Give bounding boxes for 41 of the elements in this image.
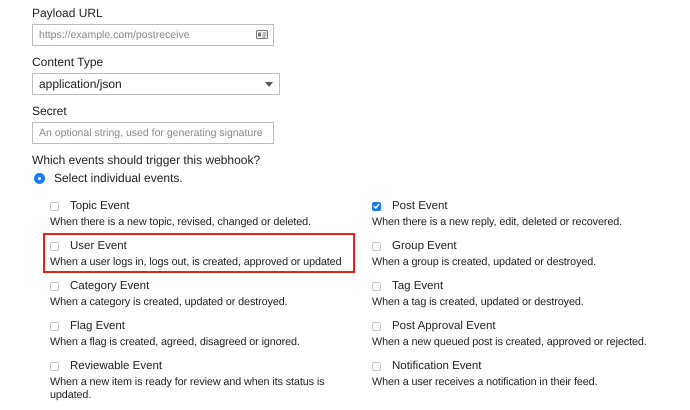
event-description: When a tag is created, updated or destroyed.	[372, 296, 585, 309]
dropdown-caret-icon	[265, 82, 273, 86]
contact-card-icon	[256, 30, 268, 39]
event-name: Post Event	[392, 199, 448, 213]
input-field[interactable]: https://example.com/postreceive	[32, 24, 274, 46]
checkbox[interactable]	[50, 282, 59, 290]
event-name: Tag Event	[392, 279, 444, 293]
event-description: When a category is created, updated or destroyed.	[50, 296, 289, 309]
event-description: When a new item is ready for review and when its status is updated.	[50, 376, 326, 402]
field-label: Content Type	[32, 55, 104, 69]
checkbox[interactable]	[50, 202, 59, 210]
event-description: When a flag is created, agreed, disagreed or ignored.	[50, 336, 301, 349]
event-name: Category Event	[70, 279, 150, 293]
input-field[interactable]: An optional string, used for generating signature	[32, 122, 274, 144]
radio-label: Select individual events.	[54, 171, 183, 185]
checkbox[interactable]	[50, 242, 59, 250]
event-name: Reviewable Event	[70, 359, 162, 373]
checkbox[interactable]	[50, 322, 59, 330]
checkbox[interactable]	[372, 362, 381, 370]
event-name: Group Event	[392, 239, 457, 253]
radio-button[interactable]	[35, 174, 44, 182]
event-description: When there is a new reply, edit, deleted or recovered.	[372, 216, 624, 229]
event-name: Flag Event	[70, 319, 125, 333]
event-description: When a user receives a notification in their feed.	[372, 376, 598, 389]
question-label: Which events should trigger this webhook?	[32, 153, 262, 167]
checkbox[interactable]	[372, 282, 381, 290]
content-type-select[interactable]: application/json	[32, 73, 280, 95]
event-name: Post Approval Event	[392, 319, 496, 333]
checkbox[interactable]	[372, 242, 381, 250]
event-description: When a user logs in, logs out, is created, approved or updated	[50, 256, 342, 269]
event-description: When a new queued post is created, approved or rejected.	[372, 336, 648, 349]
field-label: Payload URL	[32, 6, 104, 20]
event-name: Topic Event	[70, 199, 130, 213]
event-description: When a group is created, updated or destroyed.	[372, 256, 598, 269]
field-label: Secret	[32, 104, 68, 118]
checkbox[interactable]	[372, 202, 381, 210]
event-name: Notification Event	[392, 359, 482, 373]
checkbox[interactable]	[372, 322, 381, 330]
event-description: When there is a new topic, revised, changed or deleted.	[50, 216, 312, 229]
checkbox[interactable]	[50, 362, 59, 370]
event-name: User Event	[70, 239, 127, 253]
